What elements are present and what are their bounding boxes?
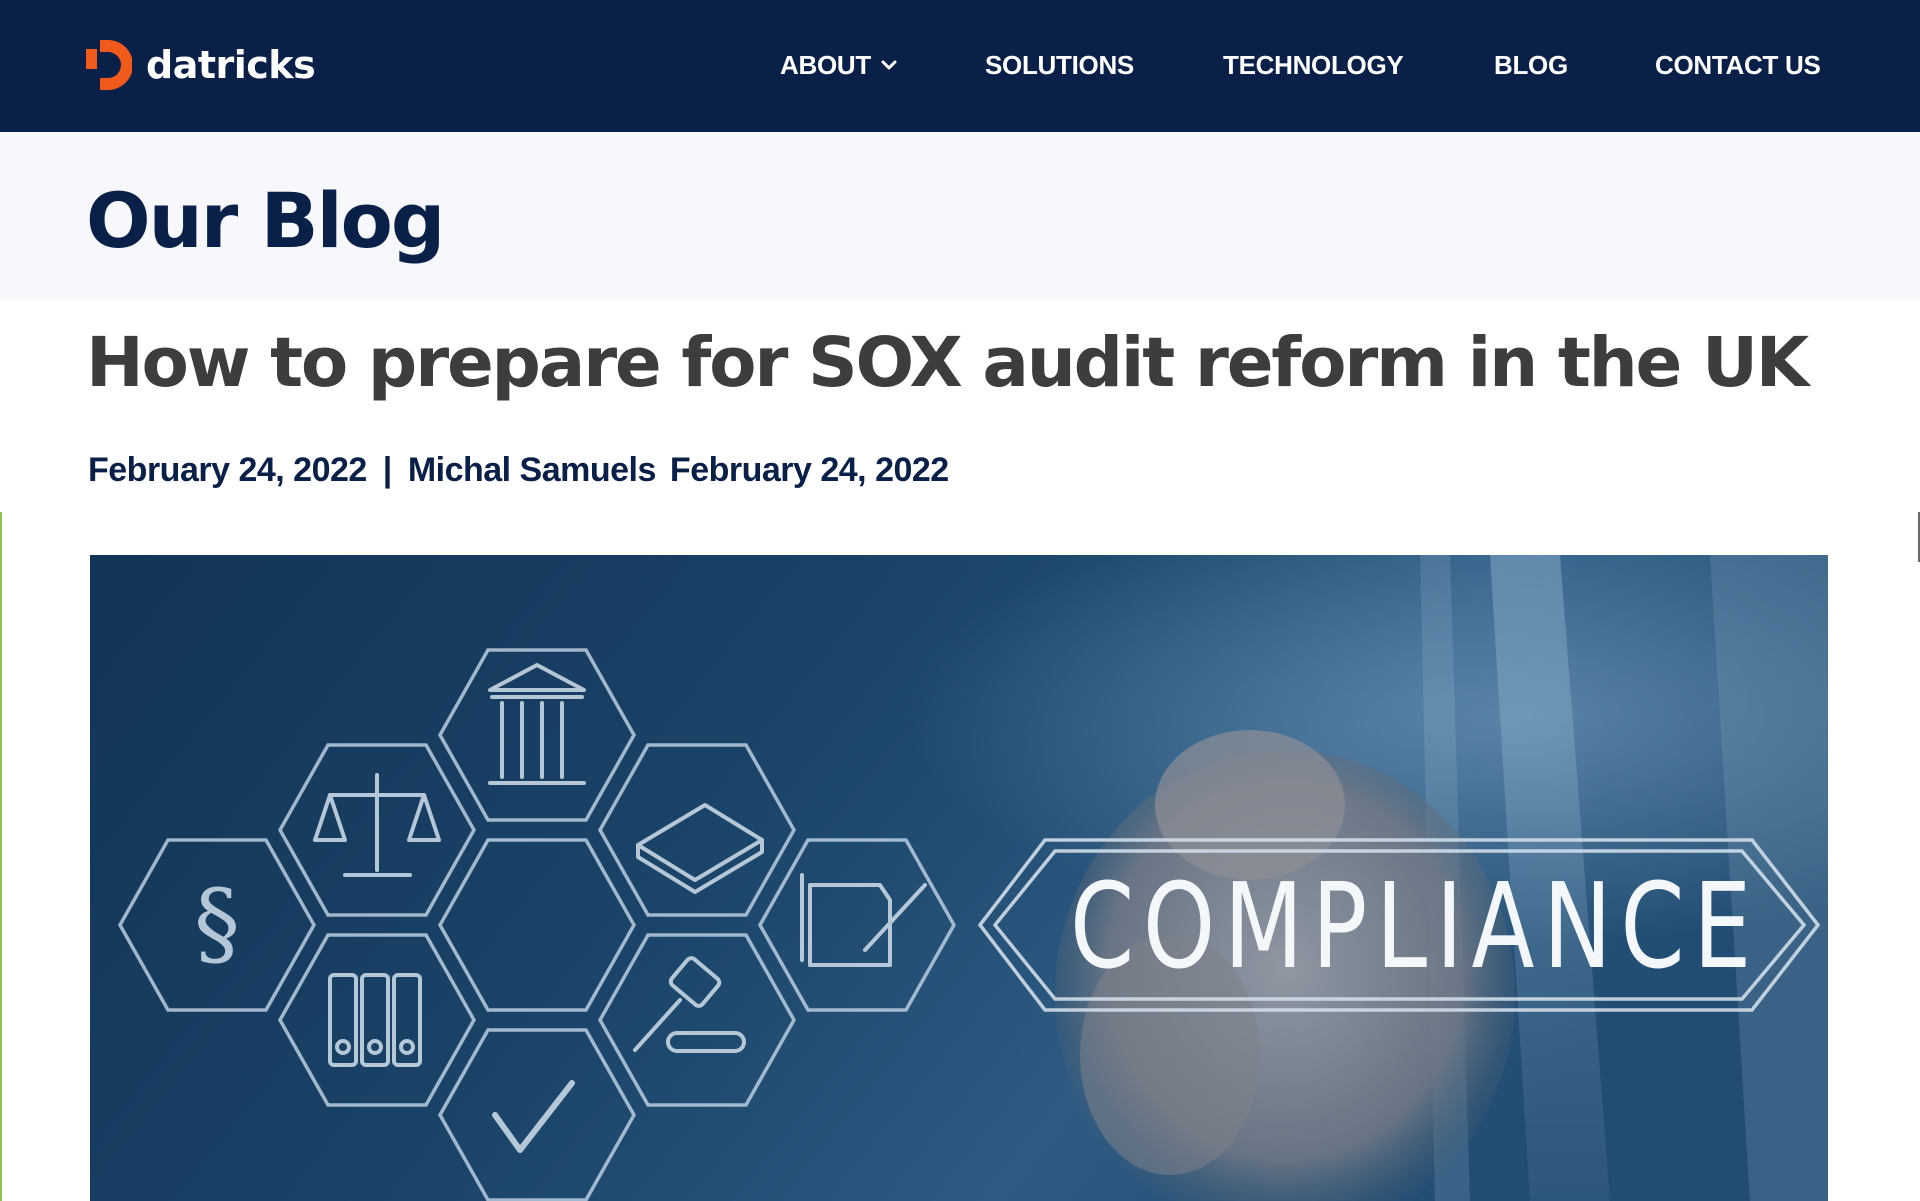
nav-item-solutions[interactable]: SOLUTIONS	[985, 48, 1134, 82]
page-edge-accent	[0, 512, 2, 1201]
post-title: How to prepare for SOX audit reform in t…	[86, 323, 1809, 403]
nav-item-technology[interactable]: TECHNOLOGY	[1223, 48, 1404, 82]
nav-item-contact-us[interactable]: CONTACT US	[1655, 48, 1821, 82]
post-updated-date: February 24, 2022	[669, 450, 949, 489]
post-hero-image: § COMPLIANCE	[90, 555, 1828, 1201]
meta-separator: |	[382, 450, 393, 489]
post-author-link[interactable]: Michal Samuels	[408, 451, 657, 490]
nav-item-about[interactable]: ABOUT	[780, 48, 897, 82]
compliance-illustration: § COMPLIANCE	[90, 555, 1828, 1201]
section-icon: §	[194, 870, 240, 977]
main-nav: ABOUT SOLUTIONS TECHNOLOGY BLOG CONTACT …	[0, 0, 1920, 132]
chevron-down-icon	[881, 60, 897, 70]
post-date: February 24, 2022	[88, 450, 367, 489]
nav-item-blog-label: BLOG	[1494, 49, 1568, 80]
site-header: datricks ABOUT SOLUTIONS TECHNOLOGY BLOG…	[0, 0, 1920, 132]
compliance-banner-text: COMPLIANCE	[1070, 857, 1760, 995]
nav-item-solutions-label: SOLUTIONS	[985, 49, 1134, 80]
page-title: Our Blog	[86, 176, 445, 265]
nav-item-contact-us-label: CONTACT US	[1655, 49, 1821, 80]
post-meta: February 24, 2022 | Michal Samuels Febru…	[88, 448, 949, 492]
nav-item-about-label: ABOUT	[780, 49, 871, 80]
nav-item-blog[interactable]: BLOG	[1494, 48, 1568, 82]
nav-item-technology-label: TECHNOLOGY	[1223, 49, 1404, 80]
